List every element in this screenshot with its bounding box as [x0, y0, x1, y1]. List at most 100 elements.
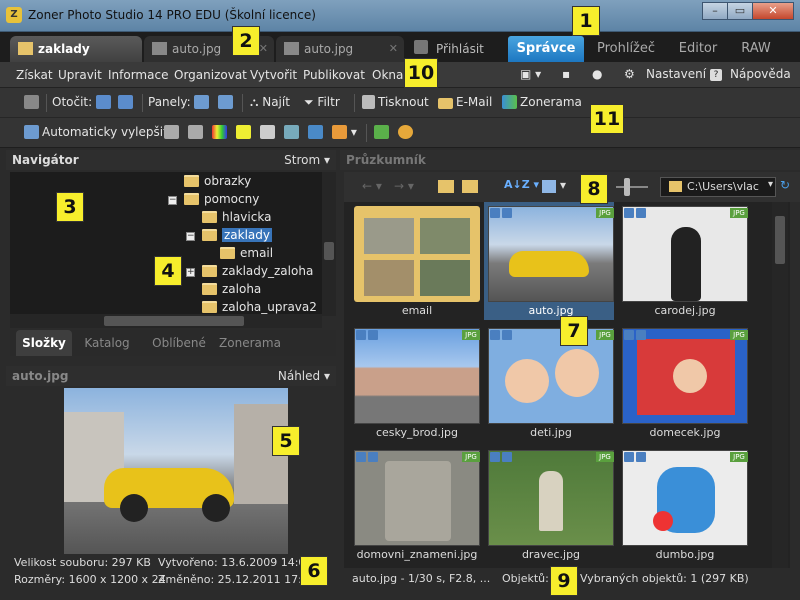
subtab-folders[interactable]: Složky: [16, 330, 72, 356]
gear-icon: ⚙: [624, 67, 635, 81]
refresh-icon[interactable]: ↻: [780, 178, 790, 192]
jpg-badge: JPG: [462, 452, 480, 462]
resize-icon[interactable]: [308, 125, 323, 139]
sort-icon[interactable]: A↓Z ▾: [504, 178, 539, 191]
doc-tab-zaklady[interactable]: zaklady: [10, 36, 142, 62]
add-icon[interactable]: [374, 125, 389, 139]
navigator-view-select[interactable]: Strom ▾: [284, 150, 330, 170]
menu-edit[interactable]: Upravit: [58, 68, 102, 82]
tree-item-email[interactable]: email: [220, 244, 273, 262]
camera-icon[interactable]: [24, 95, 39, 109]
zoom-slider[interactable]: [616, 186, 648, 188]
thumbnail-deti[interactable]: JPG deti.jpg: [484, 324, 614, 442]
histogram-icon[interactable]: [188, 125, 203, 139]
callout-10: 10: [404, 58, 438, 88]
close-tab-icon[interactable]: ✕: [259, 36, 268, 62]
path-field[interactable]: C:\Users\vlac ▾: [660, 177, 776, 197]
menu-get[interactable]: Získat: [16, 68, 53, 82]
screen-icon[interactable]: ▪: [562, 67, 570, 81]
menu-info[interactable]: Informace: [108, 68, 168, 82]
thumbnail-cesky-brod[interactable]: JPG cesky_brod.jpg: [350, 324, 480, 442]
tree-vertical-scrollbar[interactable]: [322, 172, 336, 316]
collapse-icon[interactable]: −: [168, 196, 177, 205]
favorite-folder-icon[interactable]: [462, 180, 478, 193]
back-icon[interactable]: ← ▾: [362, 179, 382, 193]
help-button[interactable]: Nápověda: [730, 67, 791, 81]
mode-tab-viewer[interactable]: Prohlížeč: [590, 36, 662, 62]
maximize-button[interactable]: ▭: [727, 2, 753, 20]
thumbnail-dravec[interactable]: JPG dravec.jpg: [484, 446, 614, 564]
jpg-badge: JPG: [462, 330, 480, 340]
close-tab-icon[interactable]: ✕: [389, 36, 398, 62]
view-dropdown-icon[interactable]: ▾: [560, 178, 566, 192]
scrollbar-thumb[interactable]: [324, 242, 334, 260]
explorer-scrollbar[interactable]: [772, 202, 788, 568]
monitor-icon[interactable]: ▣ ▾: [520, 67, 541, 81]
login-link[interactable]: Přihlásit: [436, 42, 484, 56]
folder-up-icon[interactable]: [438, 180, 454, 193]
thumbnail-grid[interactable]: email JPG auto.jpg JPG carodej.jpg JPG c…: [344, 202, 790, 568]
thumbnail-email[interactable]: email: [350, 202, 480, 320]
menu-create[interactable]: Vytvořit: [250, 68, 297, 82]
preview-mode-select[interactable]: Náhled ▾: [278, 366, 330, 386]
tree-item-obrazky[interactable]: obrazky: [184, 172, 251, 190]
subtab-favorites[interactable]: Oblíbené: [144, 330, 214, 356]
collapse-icon[interactable]: −: [186, 232, 195, 241]
zoom-slider-handle[interactable]: [624, 178, 630, 196]
close-button[interactable]: ✕: [752, 2, 794, 20]
filter-icon: ⏷: [304, 95, 318, 109]
tree-item-zaklady-zaloha[interactable]: zaklady_zaloha: [202, 262, 313, 280]
auto-enhance-button[interactable]: Automaticky vylepšit: [24, 125, 168, 139]
view-grid-icon[interactable]: [542, 180, 556, 193]
print-button[interactable]: Tisknout: [362, 95, 429, 109]
thumbnail-carodej[interactable]: JPG carodej.jpg: [618, 202, 748, 320]
contrast-icon[interactable]: [260, 125, 275, 139]
mode-tab-raw[interactable]: RAW: [732, 36, 780, 62]
tree-item-pomocny[interactable]: pomocny: [184, 190, 259, 208]
effects-icon[interactable]: ▾: [332, 125, 357, 139]
forward-icon[interactable]: → ▾: [394, 179, 414, 193]
menu-windows[interactable]: Okna: [372, 68, 403, 82]
sharpen-icon[interactable]: [284, 125, 299, 139]
subtab-catalog[interactable]: Katalog: [76, 330, 138, 356]
tree-item-zaloha[interactable]: zaloha: [202, 280, 261, 298]
path-dropdown-icon[interactable]: ▾: [768, 179, 773, 190]
edit-icon[interactable]: [414, 40, 428, 54]
email-button[interactable]: E-Mail: [438, 95, 492, 109]
callout-9: 9: [550, 566, 578, 596]
settings-button[interactable]: Nastavení: [646, 67, 706, 81]
separator: [354, 94, 355, 112]
panel-right-icon[interactable]: [218, 95, 233, 109]
edit-icon: [284, 42, 299, 55]
menu-publish[interactable]: Publikovat: [303, 68, 365, 82]
panel-left-icon[interactable]: [194, 95, 209, 109]
find-button[interactable]: ⛬ Najít: [250, 95, 290, 110]
rainbow-icon[interactable]: [212, 125, 227, 139]
thumbnail-dumbo[interactable]: JPG dumbo.jpg: [618, 446, 748, 564]
thumbnail-auto[interactable]: JPG auto.jpg: [484, 202, 614, 320]
menu-organize[interactable]: Organizovat: [174, 68, 247, 82]
doc-tab-auto-2[interactable]: auto.jpg ✕: [276, 36, 404, 62]
thumbnail-domovni-znameni[interactable]: JPG domovni_znameni.jpg: [350, 446, 480, 564]
rotate-left-icon[interactable]: [96, 95, 111, 109]
bulb-icon[interactable]: [236, 125, 251, 139]
user-icon[interactable]: ●: [592, 67, 602, 81]
mode-tab-manager[interactable]: Správce: [508, 36, 584, 62]
mode-tab-editor[interactable]: Editor: [668, 36, 728, 62]
tree-horizontal-scrollbar[interactable]: [10, 314, 322, 328]
expand-icon[interactable]: +: [186, 268, 195, 277]
thumbnail-domecek[interactable]: JPG domecek.jpg: [618, 324, 748, 442]
scrollbar-thumb[interactable]: [775, 216, 785, 264]
rotate-right-icon[interactable]: [118, 95, 133, 109]
minimize-button[interactable]: –: [702, 2, 728, 20]
folder-icon: [184, 193, 199, 205]
zonerama-button[interactable]: Zonerama: [502, 95, 582, 109]
tree-item-zaklady[interactable]: zaklady: [202, 226, 273, 244]
scrollbar-thumb[interactable]: [104, 316, 244, 326]
filter-button[interactable]: ⏷ Filtr: [304, 95, 340, 110]
photo-thumbnail: [622, 328, 748, 424]
globe-icon[interactable]: [398, 125, 413, 139]
levels-icon[interactable]: [164, 125, 179, 139]
tree-item-hlavicka[interactable]: hlavicka: [202, 208, 271, 226]
subtab-zonerama[interactable]: Zonerama: [214, 330, 286, 356]
